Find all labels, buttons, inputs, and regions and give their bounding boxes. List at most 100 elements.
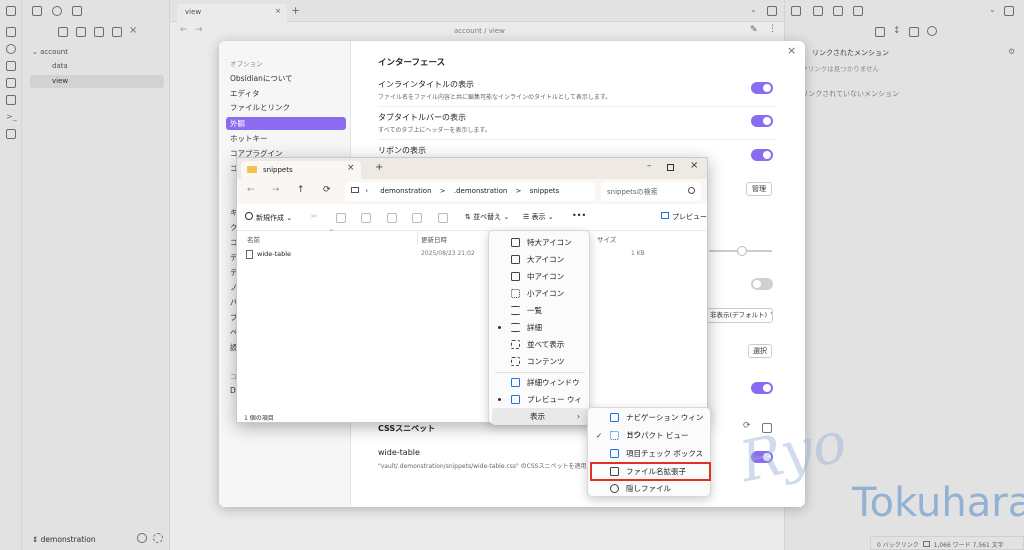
setting-inline-title-desc: ファイル名をファイル内容と共に編集可能なインラインのタイトルとして表示します。: [378, 94, 612, 101]
path-segment-1[interactable]: demonstration: [380, 187, 431, 195]
cut-icon[interactable]: ✂: [311, 212, 318, 221]
tab-title-bar-toggle[interactable]: [751, 115, 773, 127]
content-icon: [511, 357, 520, 366]
close-window-icon[interactable]: ×: [690, 160, 698, 171]
slider-handle[interactable]: [737, 246, 747, 256]
tiles-icon: [511, 340, 520, 349]
delete-icon[interactable]: [438, 213, 448, 223]
new-button[interactable]: 新規作成 ⌄: [245, 212, 292, 223]
compact-icon: [610, 431, 619, 440]
submenu-item-hidden-files[interactable]: 隠しファイル: [588, 480, 710, 497]
more-options-icon[interactable]: •••: [572, 211, 586, 220]
menu-label: 詳細ウィンドウ: [527, 378, 580, 387]
sort-button[interactable]: ⇅ 並べ替え ⌄: [465, 212, 509, 222]
path-segment-3[interactable]: snippets: [530, 187, 560, 195]
menu-item-content[interactable]: コンテンツ: [489, 353, 589, 370]
show-submenu: ナビゲーション ウィンドウ ✓ コンパクト ビュー 項目チェック ボックス ファイ…: [587, 407, 711, 497]
menu-item-details-pane[interactable]: 詳細ウィンドウ: [489, 374, 589, 391]
menu-item-large-icons[interactable]: 大アイコン: [489, 251, 589, 268]
menu-item-preview-pane[interactable]: プレビュー ウィンドウ: [489, 391, 589, 421]
preview-label: プレビュー: [672, 213, 707, 221]
menu-item-extra-large-icons[interactable]: 特大アイコン: [489, 234, 589, 251]
column-divider[interactable]: [417, 231, 418, 245]
setting-tab-title-bar: タブタイトルバーの表示: [378, 113, 466, 122]
menu-label: 並べて表示: [527, 340, 565, 349]
setting-ribbon: リボンの表示: [378, 146, 426, 155]
file-name: wide-table: [257, 250, 292, 258]
refresh-icon[interactable]: ⟳: [323, 185, 331, 195]
back-arrow-icon[interactable]: ←: [247, 185, 255, 195]
explorer-titlebar: snippets × + – ×: [237, 158, 707, 179]
css-snippets-heading: CSSスニペット: [378, 424, 436, 433]
sort-label: 並べ替え: [473, 213, 502, 221]
menu-label: 中アイコン: [527, 272, 565, 281]
menu-item-details[interactable]: 詳細: [489, 319, 589, 336]
maximize-icon[interactable]: [667, 164, 674, 171]
display-select[interactable]: 非表示(デフォルト) ⌃: [705, 308, 773, 323]
menu-divider: [495, 372, 585, 373]
bullet: [498, 398, 501, 401]
nav-item-d[interactable]: D: [230, 386, 236, 395]
choose-button[interactable]: 選択: [748, 344, 772, 358]
plus-circle-icon: [245, 212, 253, 220]
copy-icon[interactable]: [336, 213, 346, 223]
watermark-name: Tokuhara: [852, 480, 1024, 526]
share-icon[interactable]: [412, 213, 422, 223]
new-tab-icon[interactable]: +: [375, 162, 383, 173]
up-arrow-icon[interactable]: ↑: [297, 185, 305, 195]
checkbox-icon: [610, 449, 619, 458]
search-box[interactable]: snippetsの検索: [601, 182, 701, 201]
pane-icon: [511, 378, 520, 387]
menu-label: 表示: [530, 412, 545, 421]
column-header-name[interactable]: 名前: [247, 234, 260, 244]
forward-arrow-icon[interactable]: →: [272, 185, 280, 195]
rename-icon[interactable]: [387, 213, 397, 223]
font-size-slider[interactable]: [709, 246, 772, 256]
explorer-tab[interactable]: snippets ×: [241, 161, 361, 179]
nav-editor[interactable]: エディタ: [230, 88, 259, 99]
column-header-size[interactable]: サイズ: [597, 234, 616, 244]
nav-about[interactable]: Obsidianについて: [230, 73, 293, 84]
path-sep[interactable]: >: [516, 187, 522, 195]
menu-label: 一覧: [527, 306, 542, 315]
monitor-icon: [511, 238, 520, 247]
path-segment-2[interactable]: .demonstration: [454, 187, 507, 195]
submenu-item-compact-view[interactable]: ✓ コンパクト ビュー: [588, 427, 710, 444]
minimize-icon[interactable]: –: [647, 161, 652, 171]
menu-item-medium-icons[interactable]: 中アイコン: [489, 268, 589, 285]
file-size: 1 KB: [631, 250, 645, 257]
view-button[interactable]: ☰ 表示 ⌄: [523, 212, 554, 222]
menu-item-small-icons[interactable]: 小アイコン: [489, 285, 589, 302]
menu-item-list[interactable]: 一覧: [489, 302, 589, 319]
table-row[interactable]: wide-table 2025/08/23 21:02 1 KB: [237, 248, 707, 262]
menu-label: コンテンツ: [527, 357, 565, 366]
inline-title-toggle[interactable]: [751, 82, 773, 94]
monitor-icon: [351, 187, 359, 193]
menu-item-tiles[interactable]: 並べて表示: [489, 336, 589, 353]
menu-item-show[interactable]: 表示 ›: [492, 408, 588, 425]
column-header-modified[interactable]: 更新日時: [421, 234, 447, 244]
preview-button[interactable]: プレビュー: [661, 212, 707, 222]
toggle-off[interactable]: [751, 278, 773, 290]
explorer-toolbar: 新規作成 ⌄ ✂ ⇅ 並べ替え ⌄ ☰ 表示 ⌄ ••• プレビュー: [237, 204, 707, 231]
close-icon[interactable]: ×: [787, 44, 796, 57]
nav-hotkeys[interactable]: ホットキー: [230, 133, 268, 144]
preview-pane-icon: [661, 212, 669, 219]
nav-appearance[interactable]: 外観: [226, 117, 346, 130]
manage-button[interactable]: 管理: [746, 182, 772, 196]
search-icon: [688, 187, 695, 194]
divider: [378, 139, 776, 140]
ribbon-toggle[interactable]: [751, 149, 773, 161]
address-chevron: ›: [365, 187, 371, 195]
submenu-item-checkboxes[interactable]: 項目チェック ボックス: [588, 445, 710, 462]
address-field[interactable]: › demonstration > .demonstration > snipp…: [345, 182, 595, 201]
explorer-tab-title: snippets: [263, 166, 293, 174]
nav-files-links[interactable]: ファイルとリンク: [230, 102, 290, 113]
sort-caret-icon: ^: [329, 229, 335, 236]
toggle-on[interactable]: [751, 382, 773, 394]
submenu-item-navigation-pane[interactable]: ナビゲーション ウィンドウ: [588, 409, 710, 439]
close-icon[interactable]: ×: [347, 163, 355, 173]
path-sep[interactable]: >: [440, 187, 446, 195]
check-icon: ✓: [596, 431, 603, 440]
paste-icon[interactable]: [361, 213, 371, 223]
